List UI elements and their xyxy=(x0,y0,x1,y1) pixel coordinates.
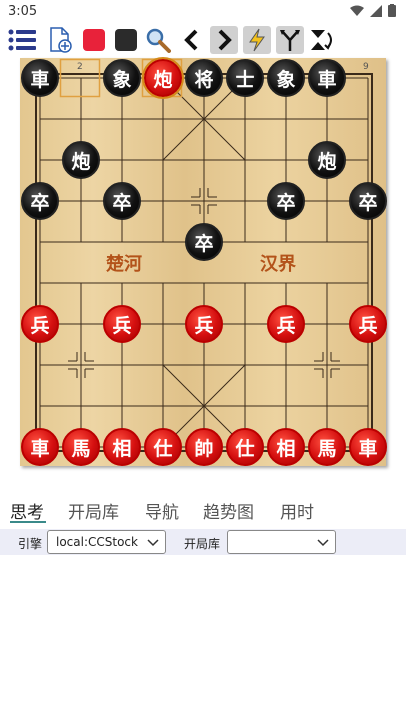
new-game-button[interactable] xyxy=(46,26,74,54)
black-piece[interactable]: 炮 xyxy=(308,141,346,179)
red-piece[interactable]: 馬 xyxy=(308,428,346,466)
file-label-2: 2 xyxy=(77,62,83,72)
engine-select[interactable]: local:CCStock xyxy=(47,530,166,554)
black-piece[interactable]: 卒 xyxy=(185,223,223,261)
file-label-9: 9 xyxy=(363,62,369,72)
new-document-icon xyxy=(50,27,72,53)
red-piece[interactable]: 馬 xyxy=(62,428,100,466)
opening-book-label: 开局库 xyxy=(184,537,221,551)
chevron-down-icon xyxy=(317,539,329,547)
red-piece[interactable]: 帥 xyxy=(185,428,223,466)
red-side-button[interactable] xyxy=(80,26,108,54)
red-piece[interactable]: 仕 xyxy=(144,428,182,466)
red-piece[interactable]: 車 xyxy=(21,428,59,466)
black-side-button[interactable] xyxy=(112,26,140,54)
tab-navigation[interactable]: 导航 xyxy=(145,498,179,523)
lightning-icon xyxy=(249,28,265,52)
active-tab-indicator xyxy=(10,521,46,523)
branch-icon xyxy=(280,30,300,51)
engine-select-value: local:CCStock xyxy=(56,535,138,549)
status-time: 3:05 xyxy=(8,4,38,19)
red-piece[interactable]: 兵 xyxy=(185,305,223,343)
black-piece[interactable]: 将 xyxy=(185,59,223,97)
red-piece[interactable]: 仕 xyxy=(226,428,264,466)
red-piece[interactable]: 炮 xyxy=(142,57,184,99)
red-piece[interactable]: 車 xyxy=(349,428,387,466)
tab-time[interactable]: 用时 xyxy=(280,498,314,523)
river-label-chu: 楚河 xyxy=(106,254,142,275)
flip-board-button[interactable] xyxy=(308,26,336,54)
chevron-down-icon xyxy=(147,539,159,547)
search-icon xyxy=(146,28,171,53)
red-piece[interactable]: 兵 xyxy=(103,305,141,343)
black-piece[interactable]: 象 xyxy=(267,59,305,97)
red-piece[interactable]: 兵 xyxy=(267,305,305,343)
black-piece[interactable]: 卒 xyxy=(349,182,387,220)
red-square-icon xyxy=(83,29,105,51)
red-piece[interactable]: 相 xyxy=(267,428,305,466)
previous-move-button[interactable] xyxy=(178,26,206,54)
toolbar xyxy=(0,24,406,58)
black-piece[interactable]: 炮 xyxy=(62,141,100,179)
black-piece[interactable]: 車 xyxy=(308,59,346,97)
variation-button[interactable] xyxy=(276,26,304,54)
black-piece[interactable]: 卒 xyxy=(21,182,59,220)
xiangqi-board[interactable]: 2 9 楚河 汉界 車象炮将士象車炮炮卒卒卒卒卒兵兵兵兵兵車馬相仕帥仕相馬車 xyxy=(20,57,387,466)
tab-opening-book[interactable]: 开局库 xyxy=(68,498,119,523)
board-grid xyxy=(35,58,373,452)
status-bar: 3:05 xyxy=(0,0,406,24)
engine-label: 引擎 xyxy=(18,537,43,551)
black-piece[interactable]: 象 xyxy=(103,59,141,97)
chevron-left-icon xyxy=(184,29,198,51)
analyze-button[interactable] xyxy=(243,26,271,54)
signal-icon xyxy=(370,4,382,17)
chevron-right-icon xyxy=(218,29,232,51)
black-piece[interactable]: 車 xyxy=(21,59,59,97)
black-piece[interactable]: 卒 xyxy=(267,182,305,220)
black-piece[interactable]: 卒 xyxy=(103,182,141,220)
next-move-button[interactable] xyxy=(210,26,238,54)
red-piece[interactable]: 相 xyxy=(103,428,141,466)
menu-button[interactable] xyxy=(8,26,36,54)
panel-tabs: 思考 开局库 导航 趋势图 用时 xyxy=(0,496,406,528)
red-piece[interactable]: 兵 xyxy=(349,305,387,343)
black-piece[interactable]: 士 xyxy=(226,59,264,97)
river-label-han: 汉界 xyxy=(260,254,296,275)
wifi-icon xyxy=(350,5,364,16)
search-button[interactable] xyxy=(144,26,172,54)
black-square-icon xyxy=(115,29,137,51)
opening-book-select[interactable] xyxy=(227,530,336,554)
engine-panel: 引擎 local:CCStock 开局库 xyxy=(0,529,406,555)
tab-thinking[interactable]: 思考 xyxy=(10,498,44,523)
tab-trend-chart[interactable]: 趋势图 xyxy=(203,498,254,523)
menu-icon xyxy=(8,29,36,51)
battery-icon xyxy=(388,4,396,17)
flip-icon xyxy=(311,30,332,50)
red-piece[interactable]: 兵 xyxy=(21,305,59,343)
